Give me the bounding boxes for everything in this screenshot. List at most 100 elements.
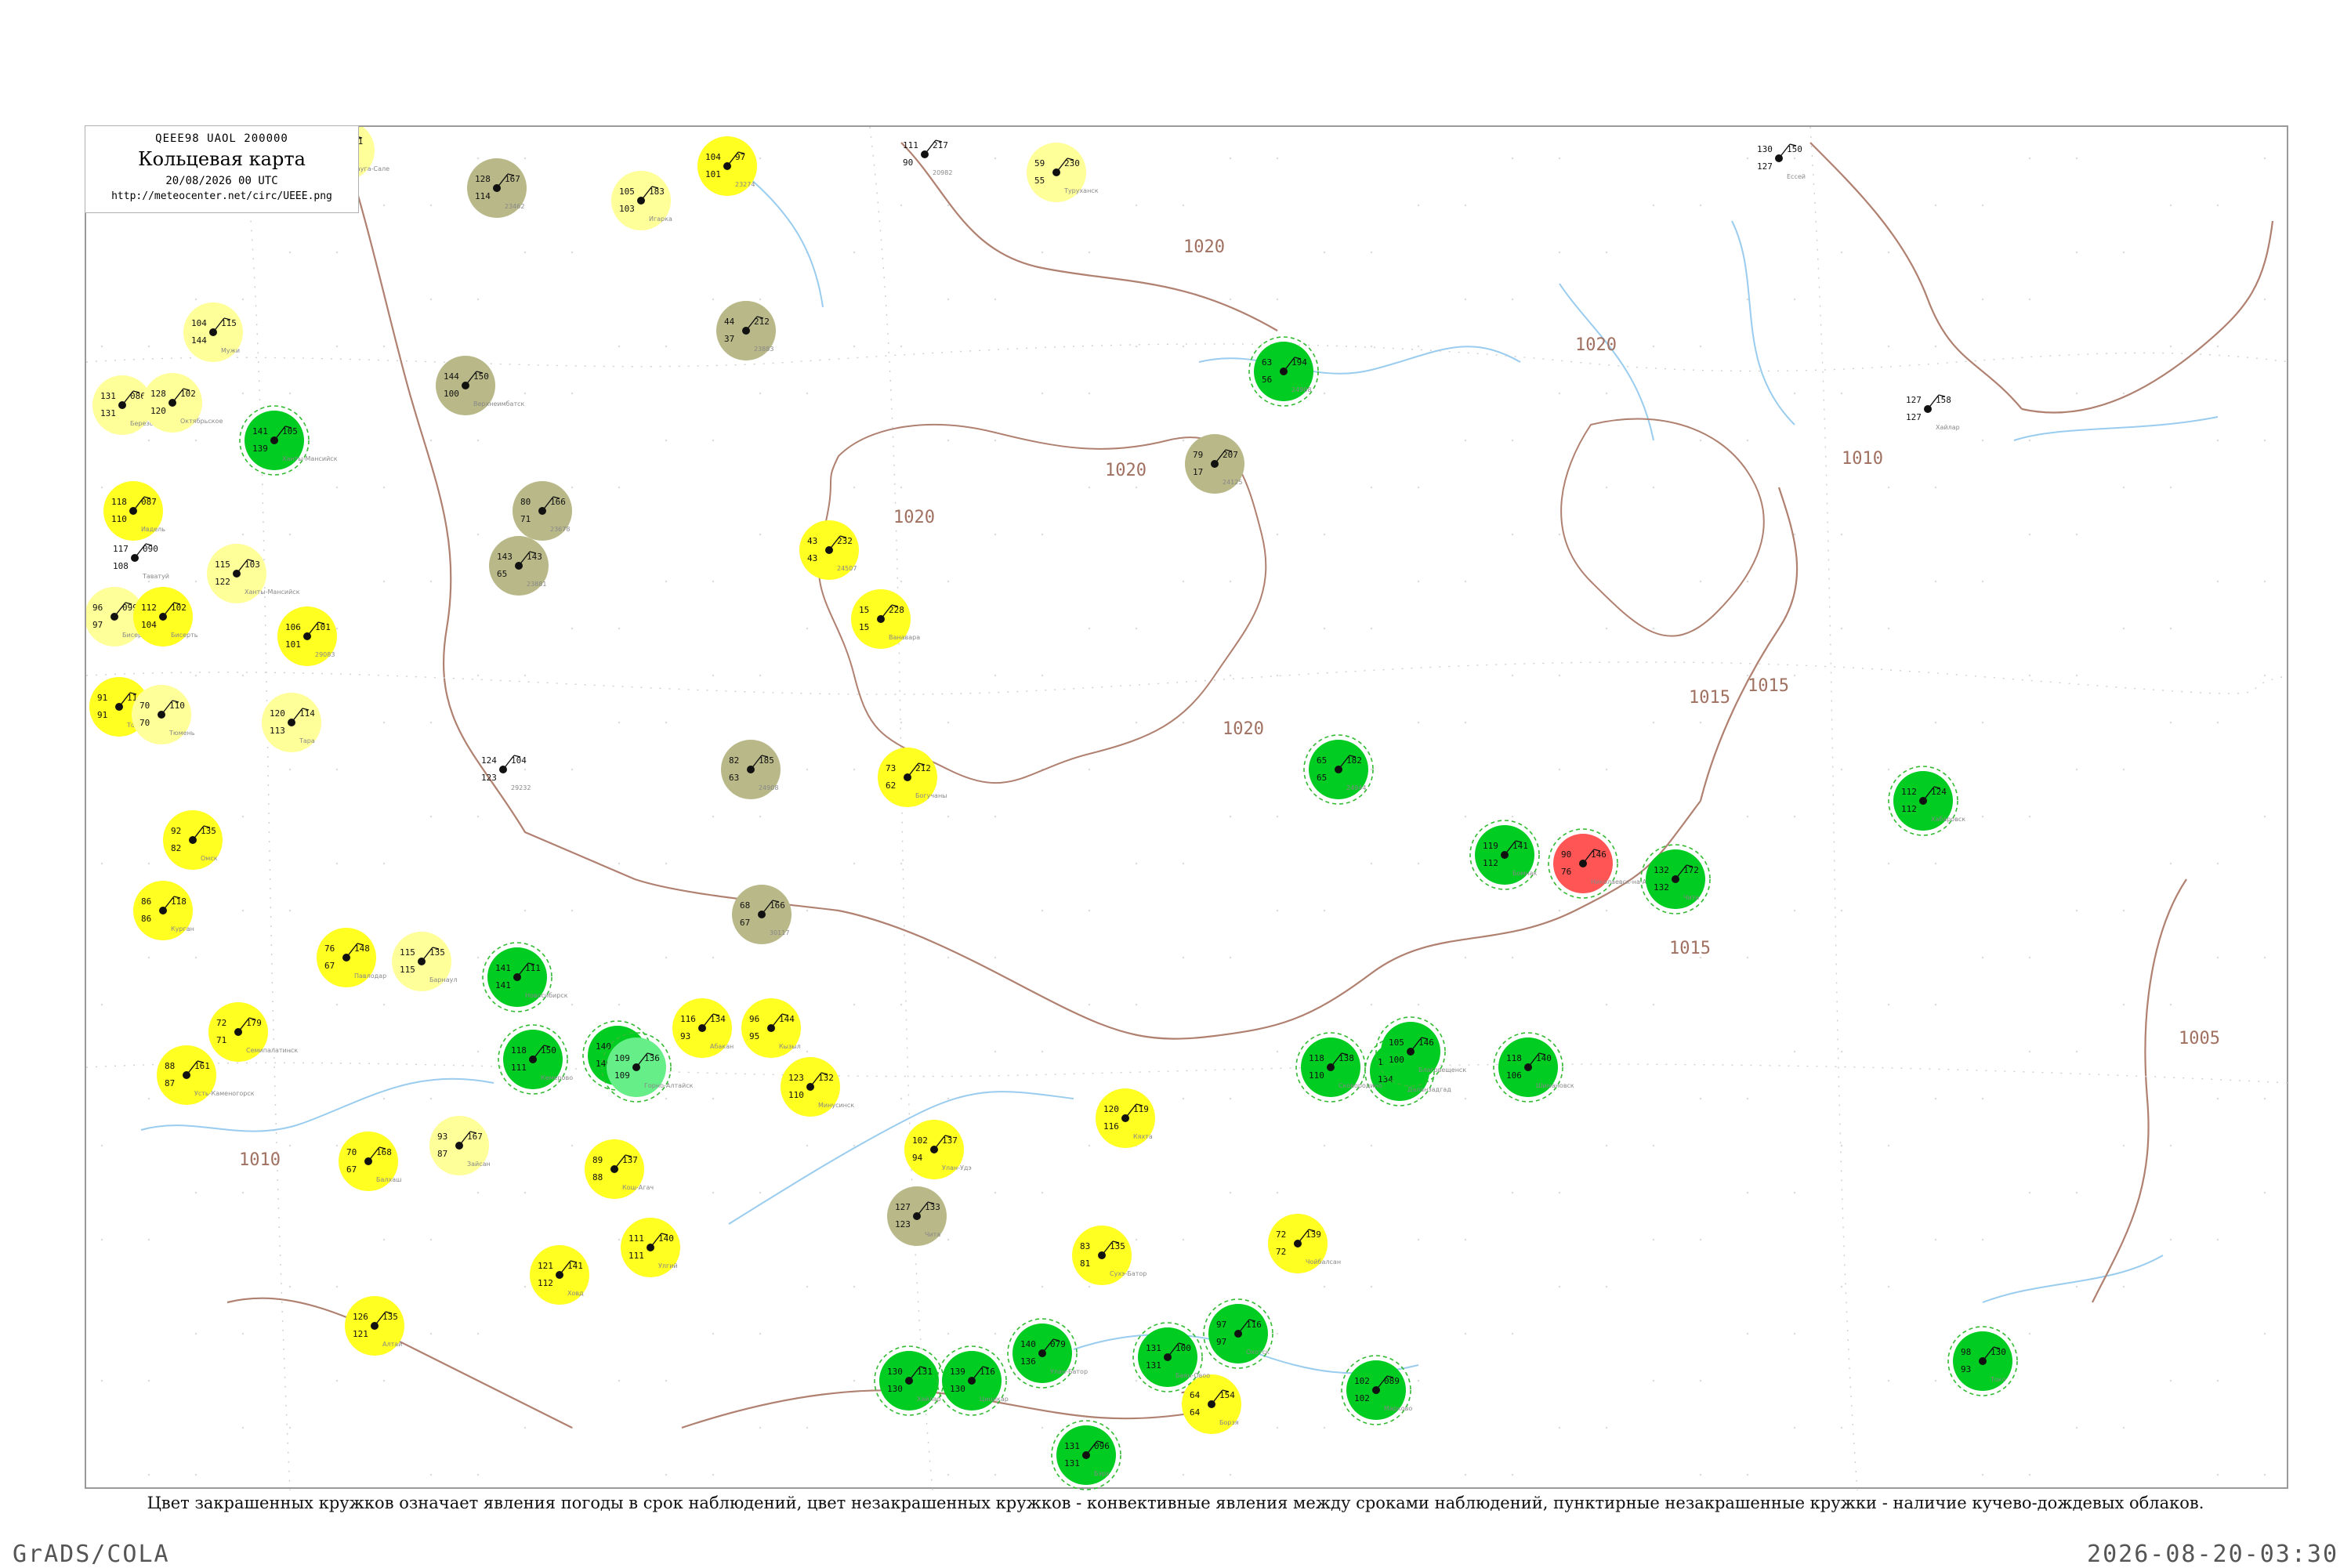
station-name: Чита bbox=[1683, 894, 1699, 901]
station-name: 29232 bbox=[511, 784, 531, 791]
station-plot[interactable]: 102 137 94 Улан-Удэ bbox=[904, 1120, 972, 1179]
station-plot[interactable]: 44 212 37 23883 bbox=[716, 301, 776, 360]
station-plot[interactable]: 104 97 101 23274 bbox=[697, 136, 757, 196]
station-pressure: 146 bbox=[1418, 1037, 1434, 1048]
station-dewpoint: 90 bbox=[903, 158, 913, 168]
footer-left: GrADS/COLA bbox=[13, 1541, 170, 1568]
station-plot[interactable]: 112 124 112 Хабаровск bbox=[1888, 766, 1965, 836]
station-plot[interactable]: 102 089 102 Марково bbox=[1341, 1355, 1412, 1425]
station-plot[interactable]: 83 135 81 Сухэ-Батор bbox=[1072, 1226, 1147, 1285]
station-plot[interactable]: 119 141 112 Бомнак bbox=[1469, 820, 1540, 890]
station-plot[interactable]: 93 167 87 Зайсан bbox=[429, 1116, 491, 1175]
station-plot[interactable]: 140 079 136 Улан-Батор bbox=[1007, 1318, 1088, 1389]
station-plot[interactable]: 15 228 15 Ванавара bbox=[851, 589, 920, 649]
station-plot[interactable]: 130 150 127 Ессей bbox=[1757, 143, 1806, 180]
station-temp: 97 bbox=[1216, 1320, 1226, 1330]
station-temp: 68 bbox=[740, 900, 750, 911]
station-temp: 88 bbox=[165, 1061, 175, 1071]
station-plot[interactable]: 65 182 65 24944 bbox=[1303, 734, 1374, 805]
station-plot[interactable]: 130 131 130 Хайлар bbox=[874, 1345, 944, 1416]
station-plot[interactable]: 92 135 82 Омск bbox=[163, 810, 223, 870]
station-plot[interactable]: 86 118 86 Курган bbox=[133, 881, 194, 940]
station-plot[interactable]: 115 135 115 Барнаул bbox=[392, 932, 457, 991]
station-plot[interactable]: 123 132 110 Минусинск bbox=[781, 1057, 854, 1117]
station-temp: 127 bbox=[1906, 395, 1922, 405]
station-dewpoint: 65 bbox=[497, 569, 507, 579]
station-pressure: 090 bbox=[143, 544, 158, 554]
station-plot[interactable]: 127 158 127 Хайлар bbox=[1906, 394, 1960, 431]
station-plot[interactable]: 104 115 144 Мужи bbox=[183, 302, 243, 362]
station-plot[interactable]: 98 130 93 Токо bbox=[1947, 1326, 2018, 1396]
station-pressure: 114 bbox=[299, 708, 315, 719]
station-plot[interactable]: 121 141 112 Ховд bbox=[530, 1245, 589, 1305]
station-plot[interactable]: 143 143 65 23881 bbox=[489, 536, 549, 596]
station-plot[interactable]: 105 183 103 Игарка bbox=[611, 171, 672, 230]
station-plot[interactable]: 43 232 43 24507 bbox=[799, 520, 859, 580]
station-name: Ханты-Мансийск bbox=[245, 588, 300, 596]
station-dewpoint: 131 bbox=[1146, 1360, 1161, 1371]
station-plot[interactable]: 112 102 104 Бисерть bbox=[133, 587, 198, 646]
station-plot[interactable]: 59 230 55 Туруханск bbox=[1027, 143, 1099, 202]
station-pressure: 167 bbox=[505, 174, 520, 184]
station-temp: 80 bbox=[520, 497, 531, 507]
station-name: Хайлар bbox=[917, 1396, 941, 1403]
station-name: 23678 bbox=[550, 526, 570, 533]
isobar-label: 1015 bbox=[1669, 939, 1711, 958]
station-name: Ивдель bbox=[141, 526, 165, 533]
station-plot[interactable]: 128 167 114 23462 bbox=[467, 158, 527, 218]
station-plot[interactable]: 97 116 97 Охотск bbox=[1203, 1298, 1273, 1369]
station-plot[interactable]: 72 179 71 Семипалатинск bbox=[208, 1002, 298, 1062]
station-name: Ховд bbox=[567, 1290, 584, 1297]
map-canvas[interactable]: 1020102010201020101510151015101010101005… bbox=[86, 127, 2290, 1490]
station-plot[interactable]: 128 102 120 Октябрьское bbox=[143, 373, 223, 433]
station-plot[interactable]: 90 14676Николаевск-на-Амуре bbox=[1548, 828, 1663, 899]
station-plot[interactable]: 124 104 123 29232 bbox=[481, 755, 531, 791]
station-plot[interactable]: 70 110 70 Тюмень bbox=[132, 685, 195, 744]
station-plot[interactable]: 141 105 139 Ханты-Мансийск bbox=[239, 405, 338, 476]
station-temp: 139 bbox=[950, 1367, 965, 1377]
station-plot[interactable]: 144 150 100 Верхнеимбатск bbox=[436, 356, 525, 415]
station-pressure: 179 bbox=[246, 1018, 262, 1028]
station-plot[interactable]: 82 185 63 24908 bbox=[721, 740, 781, 799]
station-plot[interactable]: 63 194 56 24908 bbox=[1248, 336, 1319, 407]
station-plot[interactable]: 127 133 123 Чита bbox=[887, 1186, 947, 1246]
station-temp: 83 bbox=[1080, 1241, 1090, 1251]
station-plot[interactable]: 139 116 130 Цицикар bbox=[936, 1345, 1009, 1416]
isobar-label: 1020 bbox=[1183, 237, 1225, 257]
station-dewpoint: 114 bbox=[475, 191, 491, 201]
map-url[interactable]: http://meteocenter.net/circ/UEEE.png bbox=[85, 190, 358, 202]
station-plot[interactable]: 115 103 122 Ханты-Мансийск bbox=[207, 544, 300, 603]
station-temp: 65 bbox=[1317, 755, 1327, 766]
station-temp: 128 bbox=[475, 174, 491, 184]
station-plot[interactable]: 72 139 72 Чойбалсан bbox=[1268, 1214, 1341, 1273]
station-plot[interactable]: 141 111 141 Новосибирск bbox=[482, 942, 568, 1012]
station-plot[interactable]: 76 148 67 Павлодар bbox=[317, 928, 386, 987]
station-name: Чита bbox=[925, 1231, 940, 1238]
station-plot[interactable]: 116 134 93 Абакан bbox=[672, 998, 734, 1058]
station-plot[interactable]: 80 166 71 23678 bbox=[513, 481, 572, 541]
station-name: Борзя bbox=[1219, 1419, 1239, 1426]
station-plot[interactable]: 126 135 121 Алтай bbox=[345, 1296, 404, 1356]
station-plot[interactable]: 70 168 67 Балхаш bbox=[339, 1132, 401, 1191]
isobar-label: 1020 bbox=[1105, 461, 1147, 480]
station-plot[interactable]: 132 172 132 Чита bbox=[1640, 844, 1711, 914]
station-pressure: 132 bbox=[818, 1073, 834, 1083]
station-plot[interactable]: 111 217 90 20982 bbox=[903, 139, 952, 176]
station-plot[interactable]: 73 212 62 Богучаны bbox=[878, 748, 947, 807]
station-plot[interactable]: 131 096 131 Бэрх bbox=[1051, 1420, 1121, 1490]
station-plot[interactable]: 117 090 108 Таватуй bbox=[113, 543, 169, 580]
station-temp: 79 bbox=[1193, 450, 1203, 460]
station-plot[interactable]: 96 144 95 Кызыл bbox=[741, 998, 801, 1058]
station-plot[interactable]: 120 114 113 Тара bbox=[262, 693, 321, 752]
station-plot[interactable]: 106 101 101 29083 bbox=[277, 607, 337, 666]
station-plot[interactable]: 68 166 67 30117 bbox=[732, 885, 792, 944]
station-plot[interactable]: 118 150 111 Кемерово bbox=[498, 1024, 573, 1095]
station-plot[interactable]: 79 207 17 24125 bbox=[1185, 434, 1244, 494]
station-plot[interactable]: 118 087 110 Ивдель bbox=[103, 481, 165, 541]
station-plot[interactable]: 118 140 106 Шимановск bbox=[1493, 1032, 1574, 1103]
station-plot[interactable]: 118 138 110 Сковородино bbox=[1295, 1032, 1382, 1103]
station-plot[interactable]: 120 119 116 Кяхта bbox=[1096, 1088, 1155, 1148]
station-temp: 132 bbox=[1654, 865, 1669, 875]
station-plot[interactable]: 89 137 88 Кош-Агач bbox=[585, 1139, 654, 1199]
station-plot[interactable]: 111 140 111 Улгий bbox=[621, 1218, 680, 1277]
